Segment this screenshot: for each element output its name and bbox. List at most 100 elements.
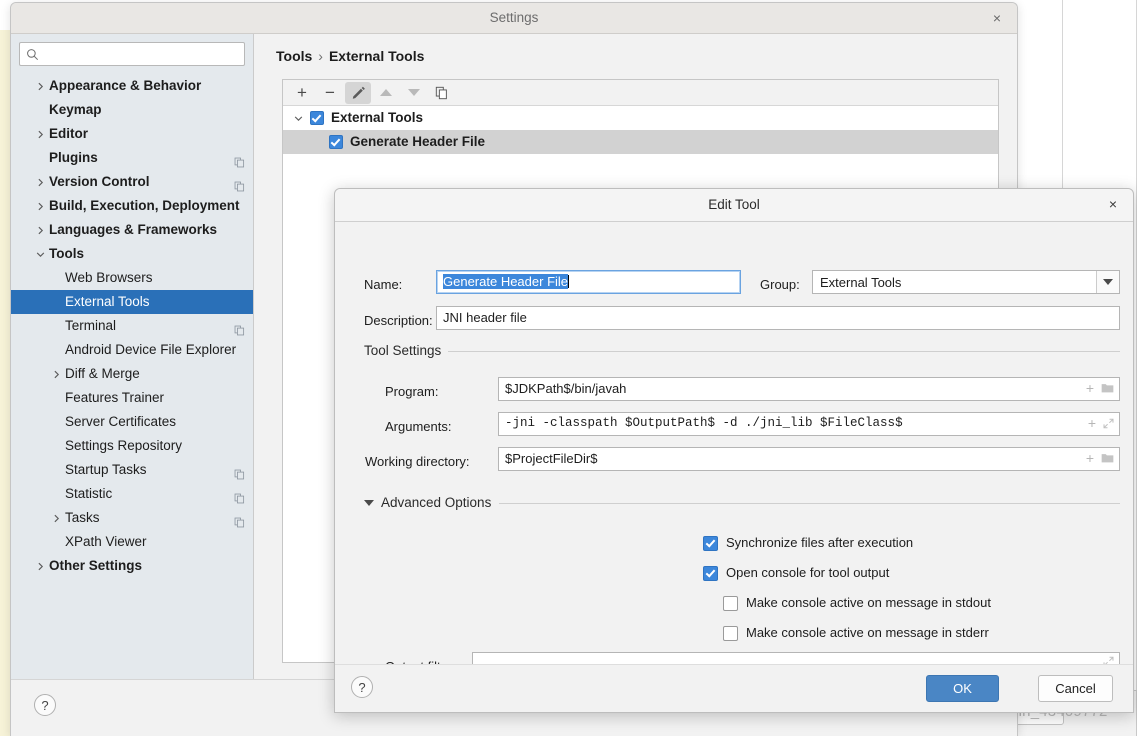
name-input-value: Generate Header File [443, 274, 569, 289]
sidebar-item-startup-tasks[interactable]: Startup Tasks [11, 458, 253, 482]
chevron-right-icon[interactable] [33, 194, 47, 218]
insert-macro-icon[interactable]: + [1086, 451, 1094, 465]
check-icon [311, 112, 322, 123]
sidebar-item-label: Diff & Merge [65, 366, 140, 381]
close-icon[interactable]: × [989, 11, 1005, 27]
tool-tree-label: External Tools [331, 110, 424, 125]
sidebar-item-label: Tasks [65, 510, 100, 525]
move-down-icon [408, 89, 420, 96]
sidebar-item-statistic[interactable]: Statistic [11, 482, 253, 506]
checkbox-box[interactable] [703, 536, 718, 551]
chevron-right-icon[interactable] [33, 122, 47, 146]
arguments-value: -jni -classpath $OutputPath$ -d ./jni_li… [505, 416, 903, 430]
chevron-right-icon[interactable] [33, 170, 47, 194]
sidebar-item-plugins[interactable]: Plugins [11, 146, 253, 170]
working-directory-value: $ProjectFileDir$ [505, 451, 598, 466]
chevron-down-icon[interactable] [291, 106, 305, 130]
edit-tool-body: Name: Generate Header File Group: Extern… [335, 222, 1133, 712]
sidebar-item-label: Keymap [49, 102, 102, 117]
sidebar-item-keymap[interactable]: Keymap [11, 98, 253, 122]
ok-button[interactable]: OK [926, 675, 999, 702]
close-icon[interactable]: × [1105, 197, 1121, 213]
checkbox-box[interactable] [703, 566, 718, 581]
sidebar-item-appearance-behavior[interactable]: Appearance & Behavior [11, 74, 253, 98]
help-button[interactable]: ? [34, 694, 56, 716]
edit-tool-titlebar: Edit Tool × [335, 189, 1133, 222]
sidebar-item-android-device-file-explorer[interactable]: Android Device File Explorer [11, 338, 253, 362]
sidebar-item-web-browsers[interactable]: Web Browsers [11, 266, 253, 290]
tool-enabled-checkbox[interactable] [310, 111, 324, 125]
arguments-field-actions: + [1088, 416, 1114, 430]
description-input[interactable]: JNI header file [436, 306, 1120, 330]
search-box[interactable] [19, 42, 245, 66]
group-combobox[interactable]: External Tools [812, 270, 1120, 294]
sidebar-item-label: Server Certificates [65, 414, 177, 429]
chevron-right-icon[interactable] [33, 74, 47, 98]
chevron-right-icon[interactable] [33, 218, 47, 242]
minus-icon: − [325, 83, 335, 102]
name-input[interactable]: Generate Header File [436, 270, 741, 294]
breadcrumb-parent[interactable]: Tools [276, 48, 312, 64]
sidebar-item-version-control[interactable]: Version Control [11, 170, 253, 194]
chevron-right-icon[interactable] [49, 506, 63, 530]
sidebar-item-server-certificates[interactable]: Server Certificates [11, 410, 253, 434]
plus-icon: + [297, 83, 307, 102]
program-input[interactable]: $JDKPath$/bin/javah + [498, 377, 1120, 401]
checkbox-box[interactable] [723, 596, 738, 611]
checkbox-label: Open console for tool output [726, 565, 890, 580]
search-input[interactable] [44, 44, 240, 64]
arguments-input[interactable]: -jni -classpath $OutputPath$ -d ./jni_li… [498, 412, 1120, 436]
advanced-options-divider [499, 503, 1120, 504]
expand-icon[interactable] [1103, 418, 1114, 429]
sidebar-item-terminal[interactable]: Terminal [11, 314, 253, 338]
move-down-button[interactable] [401, 82, 427, 104]
sidebar-item-tools[interactable]: Tools [11, 242, 253, 266]
sidebar-item-label: Editor [49, 126, 88, 141]
remove-tool-button[interactable]: − [317, 82, 343, 104]
breadcrumb-separator: › [318, 48, 323, 64]
name-label: Name: [364, 277, 403, 292]
copy-tool-button[interactable] [429, 82, 455, 104]
working-directory-input[interactable]: $ProjectFileDir$ + [498, 447, 1120, 471]
sidebar-item-languages-frameworks[interactable]: Languages & Frameworks [11, 218, 253, 242]
add-tool-button[interactable]: + [289, 82, 315, 104]
chevron-down-icon [364, 499, 374, 506]
chevron-right-icon[interactable] [49, 362, 63, 386]
sidebar-item-other-settings[interactable]: Other Settings [11, 554, 253, 578]
chevron-down-icon[interactable] [1096, 271, 1119, 293]
program-value: $JDKPath$/bin/javah [505, 381, 627, 396]
copy-icon [234, 152, 245, 168]
check-icon [705, 537, 715, 548]
sidebar-item-label: Version Control [49, 174, 150, 189]
sidebar-item-diff-merge[interactable]: Diff & Merge [11, 362, 253, 386]
advanced-options-toggle[interactable]: Advanced Options [364, 495, 499, 510]
help-button[interactable]: ? [351, 676, 373, 698]
tool-enabled-checkbox[interactable] [329, 135, 343, 149]
tool-tree-row[interactable]: Generate Header File [283, 130, 998, 154]
insert-macro-icon[interactable]: + [1086, 381, 1094, 395]
checkbox-box[interactable] [723, 626, 738, 641]
sidebar-item-label: Build, Execution, Deployment [49, 198, 240, 213]
search-icon [27, 49, 39, 61]
chevron-right-icon[interactable] [33, 554, 47, 578]
cancel-button[interactable]: Cancel [1038, 675, 1113, 702]
tool-tree-row[interactable]: External Tools [283, 106, 998, 130]
chevron-down-icon[interactable] [33, 242, 47, 266]
edit-tool-button[interactable] [345, 81, 371, 104]
sidebar-item-external-tools[interactable]: External Tools [11, 290, 253, 314]
copy-icon [234, 320, 245, 336]
sidebar-item-tasks[interactable]: Tasks [11, 506, 253, 530]
insert-macro-icon[interactable]: + [1088, 416, 1096, 430]
sidebar-item-features-trainer[interactable]: Features Trainer [11, 386, 253, 410]
folder-icon[interactable] [1101, 382, 1114, 394]
folder-icon[interactable] [1101, 452, 1114, 464]
sidebar-item-build-execution-deployment[interactable]: Build, Execution, Deployment [11, 194, 253, 218]
sidebar-item-xpath-viewer[interactable]: XPath Viewer [11, 530, 253, 554]
group-value: External Tools [820, 274, 902, 290]
sidebar-item-settings-repository[interactable]: Settings Repository [11, 434, 253, 458]
sidebar-item-editor[interactable]: Editor [11, 122, 253, 146]
external-tools-toolbar: + − [283, 80, 998, 106]
check-icon [330, 136, 341, 147]
move-up-button[interactable] [373, 82, 399, 104]
program-field-actions: + [1086, 381, 1114, 395]
